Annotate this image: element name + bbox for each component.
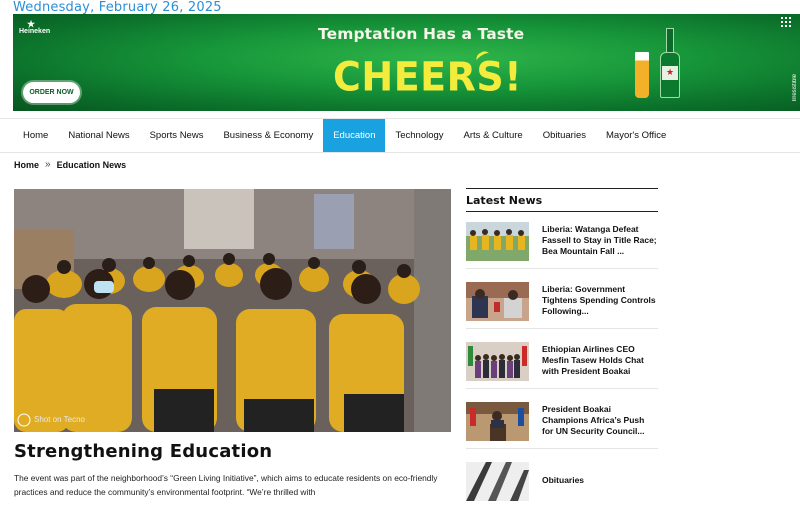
- chevron-right-icon: »: [45, 159, 51, 170]
- latest-news-item[interactable]: Liberia: Watanga Defeat Fassell to Stay …: [466, 213, 658, 269]
- news-thumbnail[interactable]: [466, 282, 529, 321]
- news-thumbnail[interactable]: [466, 222, 529, 261]
- latest-news-item[interactable]: President Boakai Champions Africa’s Push…: [466, 393, 658, 449]
- breadcrumb: Home » Education News: [14, 159, 126, 170]
- main-navigation: Home National News Sports News Business & E…: [0, 118, 800, 153]
- nav-item-mayor-s-office[interactable]: Mayor's Office: [596, 119, 676, 152]
- article-hero-image[interactable]: Shot on Tecno: [14, 189, 451, 432]
- news-thumbnail[interactable]: [466, 342, 529, 381]
- article-title[interactable]: Strengthening Education: [14, 441, 272, 462]
- breadcrumb-home[interactable]: Home: [14, 160, 39, 170]
- news-thumbnail[interactable]: [466, 402, 529, 441]
- article-excerpt: The event was part of the neighborhood’s…: [14, 473, 438, 497]
- photo-watermark: Shot on Tecno: [34, 415, 86, 424]
- news-title[interactable]: Liberia: Government Tightens Spending Co…: [542, 284, 658, 317]
- heineken-logo: ★ Heineken: [19, 19, 51, 36]
- current-date: Wednesday, February 26, 2025: [13, 0, 222, 15]
- news-title[interactable]: President Boakai Champions Africa’s Push…: [542, 404, 658, 437]
- order-now-button[interactable]: ORDER NOW: [23, 82, 80, 103]
- ad-tagline: Temptation Has a Taste: [318, 25, 525, 43]
- latest-news-item[interactable]: Liberia: Government Tightens Spending Co…: [466, 273, 658, 329]
- latest-news-item[interactable]: Ethiopian Airlines CEO Mesfin Tasew Hold…: [466, 333, 658, 389]
- nav-item-national-news[interactable]: National News: [58, 119, 139, 152]
- nav-item-obituaries[interactable]: Obituaries: [533, 119, 596, 152]
- advertisement-banner[interactable]: ★ Heineken Temptation Has a Taste CHEERS!…: [13, 14, 800, 111]
- news-thumbnail[interactable]: [466, 462, 529, 501]
- beer-bottle-icon: ★: [660, 28, 680, 98]
- breadcrumb-current: Education News: [56, 159, 127, 170]
- latest-news-heading: Latest News: [466, 188, 658, 212]
- latest-news-sidebar: Latest News Liberia: Watanga Defeat Fass…: [466, 188, 658, 501]
- ad-headline: CHEERS!: [333, 53, 523, 101]
- ad-side-text: Irresistible: [792, 74, 798, 102]
- nav-item-education[interactable]: Education: [323, 119, 386, 152]
- beer-glass-icon: [635, 52, 649, 98]
- nav-item-technology[interactable]: Technology: [385, 119, 453, 152]
- ad-options-icon[interactable]: [781, 17, 793, 29]
- news-title[interactable]: Obituaries: [542, 475, 658, 486]
- nav-item-arts-culture[interactable]: Arts & Culture: [454, 119, 533, 152]
- nav-item-sports-news[interactable]: Sports News: [140, 119, 214, 152]
- news-title[interactable]: Ethiopian Airlines CEO Mesfin Tasew Hold…: [542, 344, 658, 377]
- latest-news-item[interactable]: Obituaries: [466, 453, 658, 509]
- nav-item-business-economy[interactable]: Business & Economy: [213, 119, 323, 152]
- nav-item-home[interactable]: Home: [13, 119, 58, 152]
- news-title[interactable]: Liberia: Watanga Defeat Fassell to Stay …: [542, 224, 658, 257]
